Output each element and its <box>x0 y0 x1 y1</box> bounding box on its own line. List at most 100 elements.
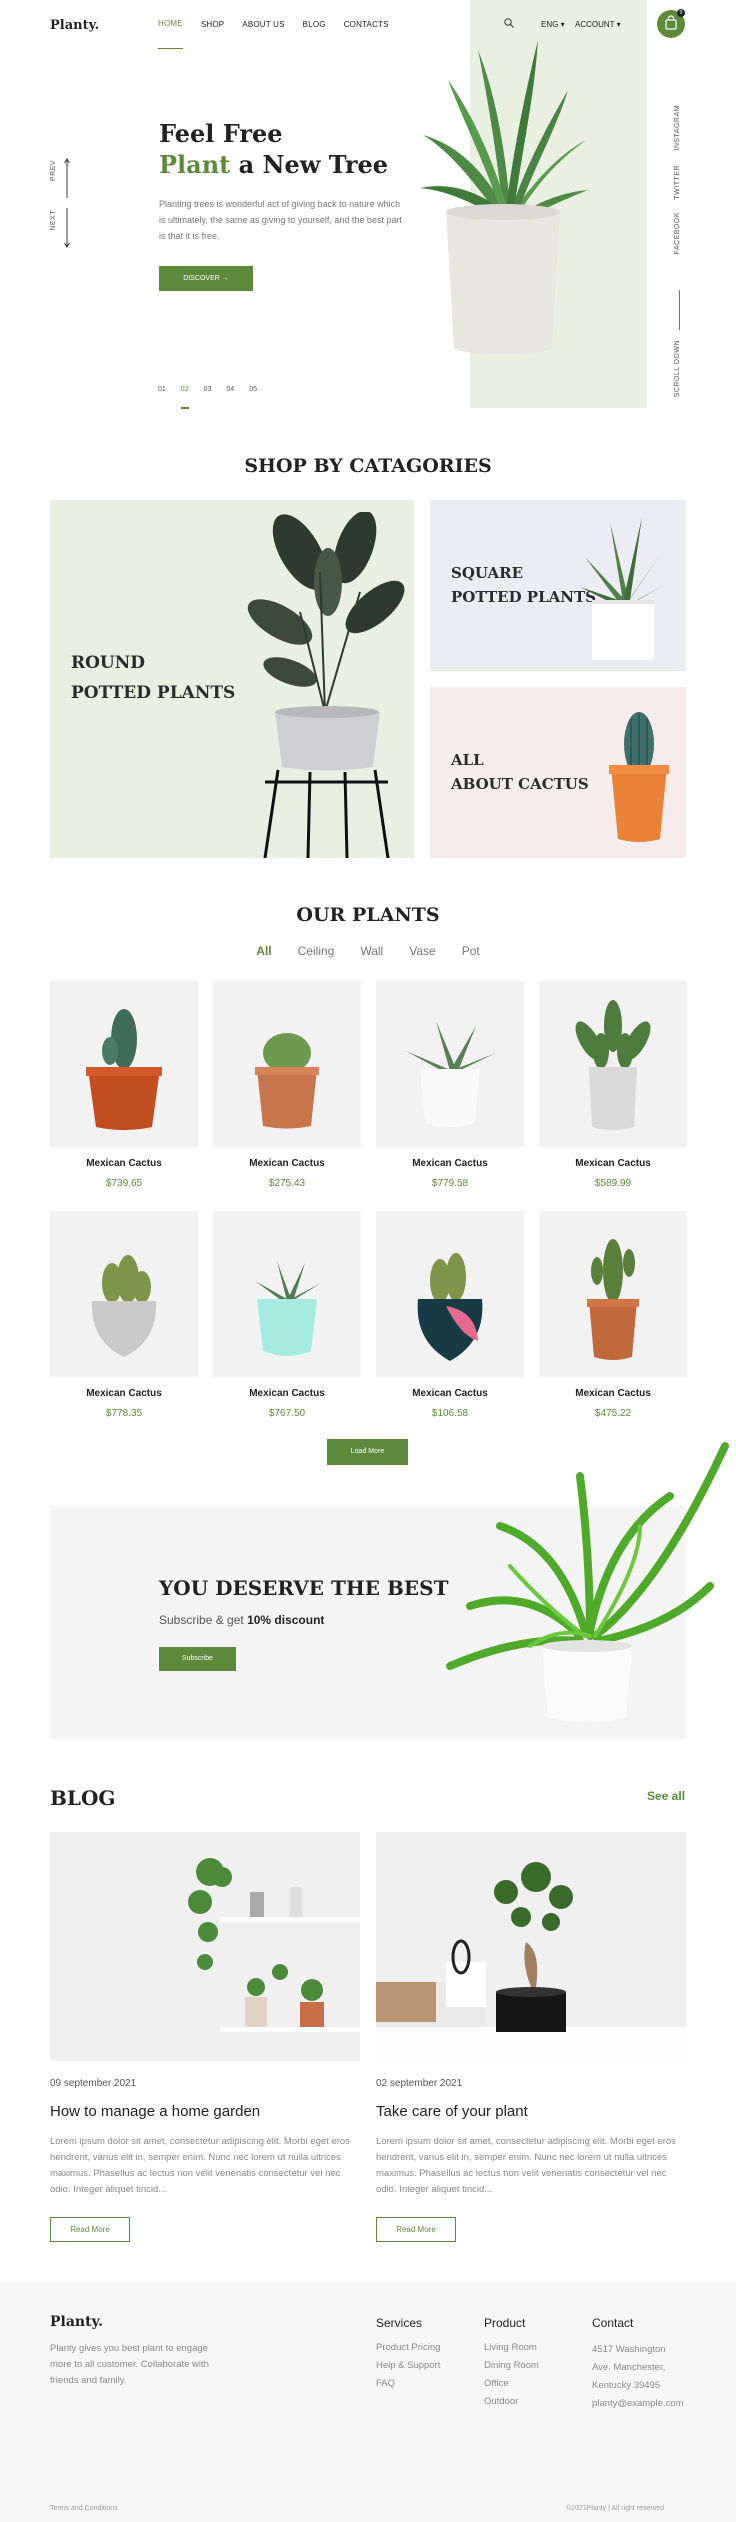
hero-title-green: Plant <box>159 150 231 179</box>
product-price: $779.58 <box>431 1178 469 1189</box>
filter-ceiling[interactable]: Ceiling <box>298 944 335 958</box>
scroll-line <box>679 290 680 330</box>
product-name[interactable]: Mexican Cactus <box>50 1158 198 1169</box>
copyright: ©2021Planty | All right reserved <box>566 2505 665 2512</box>
search-icon[interactable] <box>504 18 514 28</box>
account-menu[interactable]: ACCOUNT ▾ <box>575 20 621 29</box>
footer-link[interactable]: Help & Support <box>376 2357 440 2375</box>
filter-all[interactable]: All <box>256 944 271 958</box>
read-more-button[interactable]: Read More <box>50 2217 130 2242</box>
product-name[interactable]: Mexican Cactus <box>376 1388 524 1399</box>
category-label-line: ROUND <box>71 653 146 673</box>
product-name[interactable]: Mexican Cactus <box>539 1388 687 1399</box>
read-more-button[interactable]: Read More <box>376 2217 456 2242</box>
footer-services-heading: Services <box>376 2316 423 2330</box>
product-card-image[interactable] <box>213 981 361 1147</box>
blog-post-title[interactable]: Take care of your plant <box>376 2103 528 2120</box>
contact-email[interactable]: planty@example.com <box>592 2395 684 2413</box>
chevron-down-icon: ▾ <box>560 20 565 29</box>
filter-pot[interactable]: Pot <box>462 944 480 958</box>
subscribe-button[interactable]: Subscribe <box>159 1647 236 1671</box>
succulent-image <box>255 1261 321 1356</box>
footer-link[interactable]: Living Room <box>484 2339 539 2357</box>
cactus-pot-image <box>609 712 669 842</box>
nav-home[interactable]: HOME <box>158 19 183 49</box>
subscribe-text: Subscribe & get 10% discount <box>159 1613 324 1627</box>
product-price: $275.43 <box>268 1178 306 1189</box>
rubber-plant-image <box>247 512 405 858</box>
nav-contacts[interactable]: CONTACTS <box>344 20 389 49</box>
social-facebook[interactable]: FACEBOOK <box>674 212 681 255</box>
discover-button[interactable]: DISCOVER → <box>159 266 253 291</box>
load-more-button[interactable]: Load More <box>327 1439 408 1465</box>
product-name[interactable]: Mexican Cactus <box>539 1158 687 1169</box>
product-name[interactable]: Mexican Cactus <box>376 1158 524 1169</box>
footer-link[interactable]: Dining Room <box>484 2357 539 2375</box>
hero-plant-image <box>420 40 588 354</box>
category-square-potted[interactable]: SQUARE POTTED PLANTS <box>430 500 686 671</box>
category-label-line: SQUARE <box>451 564 524 582</box>
footer-link[interactable]: FAQ <box>376 2375 440 2393</box>
blog-excerpt: Lorem ipsum dolor sit amet, consectetur … <box>50 2136 350 2195</box>
hero-text: Planting trees is wonderful act of givin… <box>159 199 402 241</box>
footer-link[interactable]: Product Pricing <box>376 2339 440 2357</box>
slide-dot-active[interactable]: 02 <box>180 386 189 409</box>
main-nav: HOME SHOP ABOUT US BLOG CONTACTS <box>158 19 389 49</box>
footer-product-heading: Product <box>484 2316 526 2330</box>
contact-address: Ave. Manchester, <box>592 2362 666 2373</box>
nav-shop[interactable]: SHOP <box>201 20 224 49</box>
footer-logo[interactable]: Planty. <box>50 2314 103 2330</box>
next-label: NEXT <box>50 210 57 231</box>
blog-post-title[interactable]: How to manage a home garden <box>50 2103 260 2120</box>
slide-dot[interactable]: 03 <box>204 386 212 409</box>
product-card-image[interactable] <box>376 981 524 1147</box>
nav-about-us[interactable]: ABOUT US <box>242 20 284 49</box>
product-card-image[interactable] <box>539 1211 687 1377</box>
blog-image[interactable] <box>50 1832 360 2061</box>
product-name[interactable]: Mexican Cactus <box>213 1158 361 1169</box>
filter-vase[interactable]: Vase <box>409 944 435 958</box>
logo[interactable]: Planty. <box>50 18 99 33</box>
footer-description: Planty gives you best plant to engage mo… <box>50 2343 209 2386</box>
footer-contact-list: 4517 Washington Ave. Manchester, Kentuck… <box>592 2341 684 2413</box>
prev-button[interactable]: PREV <box>50 160 57 181</box>
footer-contact-heading: Contact <box>592 2316 634 2330</box>
scroll-down[interactable]: SCROLL DOWN <box>674 340 681 397</box>
terms-link[interactable]: Terms and Conditions <box>50 2505 118 2512</box>
hero-title-rest: a New Tree <box>230 150 389 179</box>
slide-dot[interactable]: 01 <box>158 386 166 409</box>
blog-date: 02 september 2021 <box>376 2078 463 2089</box>
cactus-image <box>86 1009 162 1130</box>
category-cactus[interactable]: ALL ABOUT CACTUS <box>430 687 686 858</box>
category-label-line: ALL <box>451 751 484 769</box>
prev-label: PREV <box>50 160 57 182</box>
square-pot-plant-image <box>580 517 666 660</box>
contact-address: 4517 Washington <box>592 2344 666 2355</box>
next-button[interactable]: NEXT <box>50 210 57 231</box>
filter-wall[interactable]: Wall <box>360 944 383 958</box>
footer-link[interactable]: Office <box>484 2375 539 2393</box>
social-twitter[interactable]: TWITTER <box>674 165 681 200</box>
social-instagram[interactable]: INSTAGRAM <box>674 105 681 151</box>
product-card-image[interactable] <box>213 1211 361 1377</box>
product-name[interactable]: Mexican Cactus <box>50 1388 198 1399</box>
footer-link[interactable]: Outdoor <box>484 2393 539 2411</box>
category-round-potted[interactable]: ROUND POTTED PLANTS <box>50 500 414 858</box>
product-card-image[interactable] <box>50 981 198 1147</box>
slide-dot[interactable]: 04 <box>226 386 234 409</box>
product-price: $589.99 <box>594 1178 632 1189</box>
nav-blog[interactable]: BLOG <box>303 20 326 49</box>
language-select[interactable]: ENG ▾ <box>541 20 565 29</box>
product-card-image[interactable] <box>539 981 687 1147</box>
blog-excerpt: Lorem ipsum dolor sit amet, consectetur … <box>376 2136 676 2195</box>
product-name[interactable]: Mexican Cactus <box>213 1388 361 1399</box>
categories-title: SHOP BY CATAGORIES <box>244 455 492 477</box>
product-card-image[interactable] <box>376 1211 524 1377</box>
product-card-image[interactable] <box>50 1211 198 1377</box>
cart-count-badge: 0 <box>677 9 685 17</box>
cactus-image <box>255 1033 319 1129</box>
slide-dot[interactable]: 05 <box>249 386 257 409</box>
social-sidebar <box>647 0 736 408</box>
see-all-link[interactable]: See all <box>647 1789 685 1803</box>
blog-image[interactable] <box>376 1832 686 2061</box>
